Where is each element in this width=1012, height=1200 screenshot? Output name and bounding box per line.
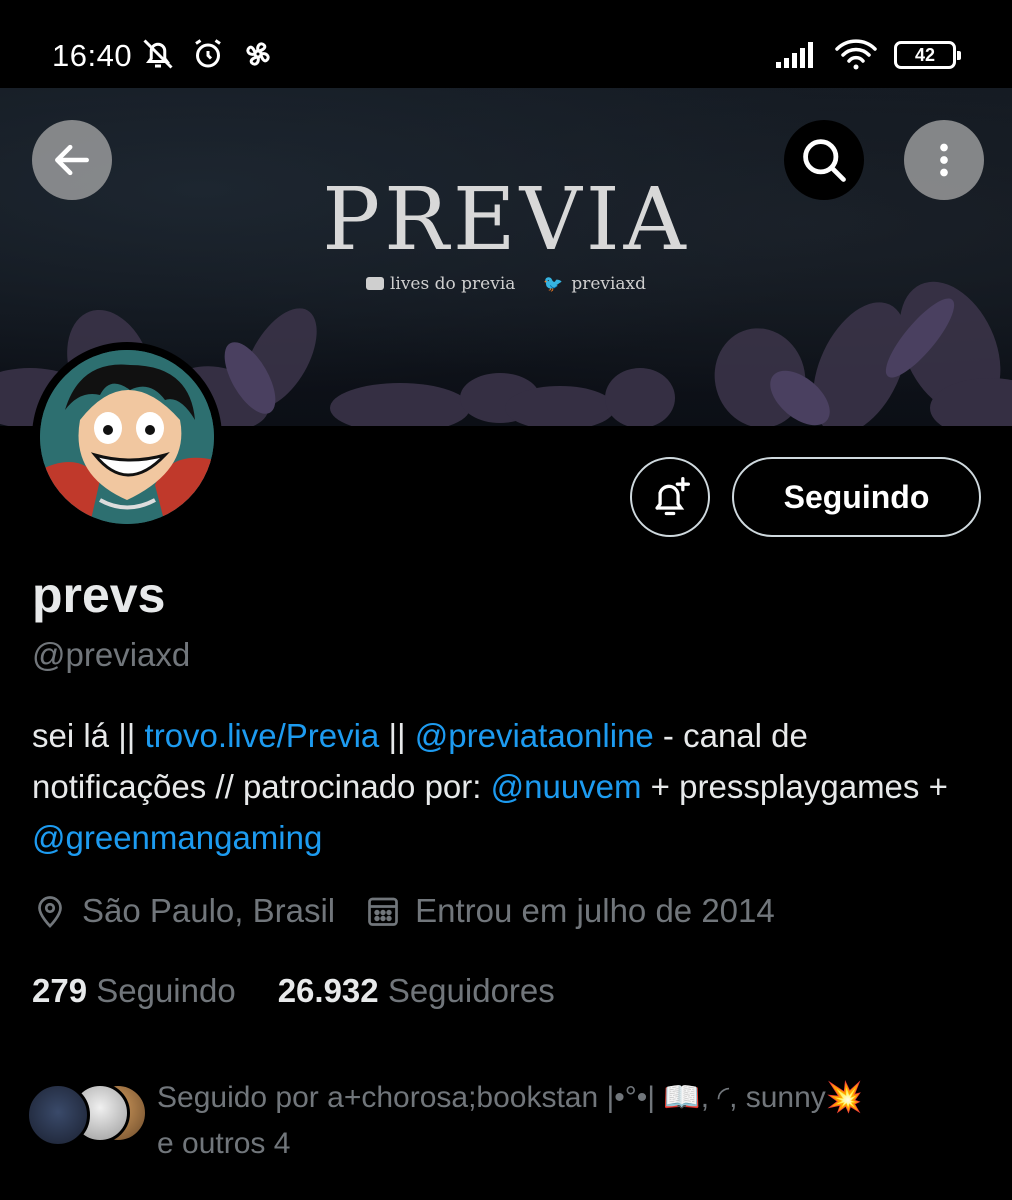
followed-by-names: a+chorosa;bookstan |•°•| 📖, ◜, sunny💥 <box>327 1081 864 1114</box>
search-button[interactable] <box>784 120 864 200</box>
calendar-icon <box>368 897 398 926</box>
bio-text: sei lá || <box>32 717 145 754</box>
signal-icon <box>776 42 813 68</box>
followers-count: 26.932 <box>277 972 379 1009</box>
bio-text: || <box>379 717 415 754</box>
avatar-image <box>40 350 214 524</box>
bio-mention-greenmangaming[interactable]: @greenmangaming <box>32 819 322 856</box>
display-name: prevs <box>32 567 166 623</box>
following-button[interactable]: Seguindo <box>732 457 981 537</box>
fan-icon <box>246 42 270 66</box>
more-vertical-icon <box>940 143 948 177</box>
battery-level: 42 <box>914 44 936 65</box>
battery-icon: 42 <box>894 41 961 69</box>
follow-counts: 279 Seguindo 26.932 Seguidores <box>32 972 555 1010</box>
joined-date-text: Entrou em julho de 2014 <box>415 892 775 929</box>
follower-avatar <box>26 1083 90 1147</box>
wifi-icon <box>835 39 877 70</box>
followers-label: Seguidores <box>387 972 555 1009</box>
location-text: São Paulo, Brasil <box>82 892 336 929</box>
bio-link-trovo[interactable]: trovo.live/Previa <box>145 717 380 754</box>
location-pin-icon <box>38 896 62 928</box>
profile-meta: São Paulo, Brasil Entrou em julho de 201… <box>32 892 775 930</box>
notifications-button[interactable] <box>630 457 710 537</box>
followed-by-more: e outros 4 <box>157 1127 291 1160</box>
user-handle: @previaxd <box>32 636 191 673</box>
followers-link[interactable]: 26.932 Seguidores <box>278 972 555 1009</box>
mute-icon <box>143 39 173 69</box>
profile-bio: sei lá || trovo.live/Previa || @previata… <box>32 710 982 863</box>
following-count: 279 <box>32 972 88 1009</box>
bell-plus-icon <box>655 477 690 516</box>
back-arrow-icon <box>55 144 89 176</box>
more-button[interactable] <box>904 120 984 200</box>
following-label: Seguindo <box>96 972 236 1009</box>
bio-mention-nuuvem[interactable]: @nuuvem <box>491 768 642 805</box>
followed-by-prefix: Seguido por <box>157 1081 328 1114</box>
bio-mention-previataonline[interactable]: @previataonline <box>415 717 654 754</box>
search-icon <box>803 139 846 182</box>
back-button[interactable] <box>32 120 112 200</box>
profile-avatar[interactable] <box>32 342 222 532</box>
alarm-icon <box>195 39 221 68</box>
followed-by[interactable]: Seguido por a+chorosa;bookstan |•°•| 📖, … <box>26 1080 986 1190</box>
status-time: 16:40 <box>52 38 133 73</box>
bio-text: + pressplaygames + <box>641 768 948 805</box>
followed-by-text: Seguido por a+chorosa;bookstan |•°•| 📖, … <box>157 1075 987 1167</box>
following-link[interactable]: 279 Seguindo <box>32 972 236 1009</box>
status-bar: 16:40 42 <box>0 0 1012 88</box>
